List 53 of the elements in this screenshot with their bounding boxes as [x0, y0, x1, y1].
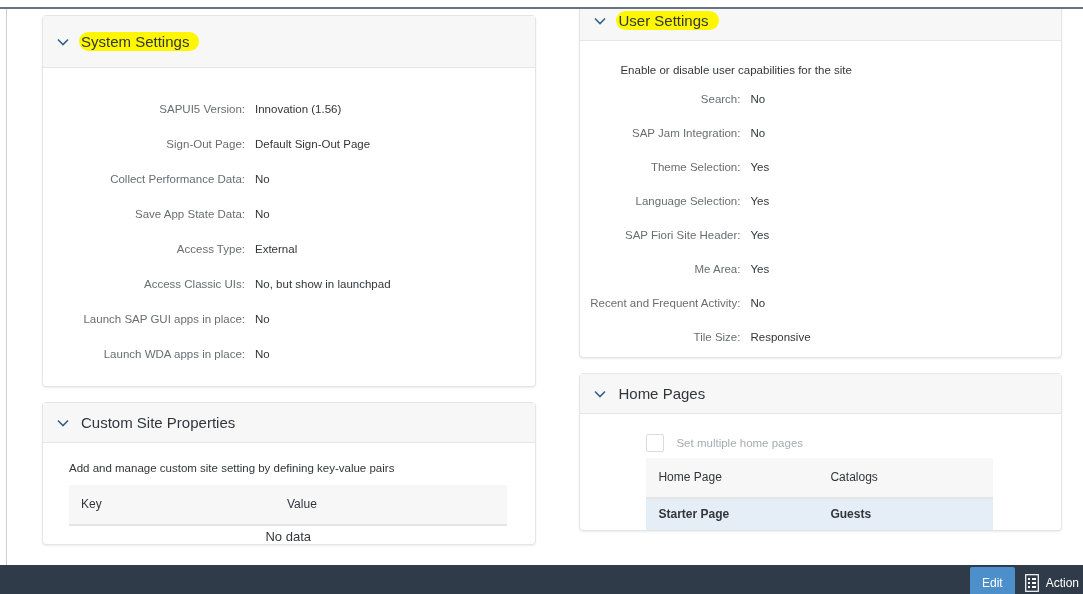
panel-title: System Settings — [79, 32, 200, 51]
field-value: No — [255, 312, 270, 327]
table-cell-text: Starter Page — [658, 507, 731, 522]
panel-title: User Settings — [616, 11, 719, 30]
field-value: No — [750, 296, 766, 311]
field-label: SAP Jam Integration: — [631, 126, 741, 141]
field-label: Access Type: — [175, 242, 245, 257]
action-button[interactable]: Action — [1024, 574, 1079, 592]
field-value: No — [255, 347, 270, 362]
panel-title: Home Pages — [617, 384, 707, 403]
field-value: Default Sign-Out Page — [255, 137, 371, 152]
field-label: Launch WDA apps in place: — [102, 347, 245, 362]
field-label: Theme Selection: — [649, 160, 741, 175]
field-label: Language Selection: — [634, 194, 741, 209]
chevron-down-icon[interactable] — [594, 16, 607, 25]
chevron-down-icon[interactable] — [57, 37, 69, 46]
table-cell: Guests — [830, 507, 872, 522]
field-value: Yes — [750, 160, 770, 175]
list-icon — [1024, 574, 1039, 592]
field-label: Launch SAP GUI apps in place: — [82, 312, 245, 327]
field-label: SAP Fiori Site Header: — [623, 228, 741, 243]
empty-table-text: No data — [264, 528, 312, 544]
field-label: Tile Size: — [692, 330, 741, 345]
column-header: Value — [287, 497, 317, 512]
table-row[interactable]: Starter Page Guests — [646, 499, 993, 530]
field-value: Responsive — [750, 330, 811, 345]
field-value: No — [750, 126, 766, 141]
field-label: Access Classic UIs: — [143, 277, 245, 292]
description-text: Add and manage custom site setting by defining key-value pairs — [69, 461, 396, 476]
field-label: Search: — [699, 92, 741, 107]
panel-title: Custom Site Properties — [80, 413, 237, 432]
field-label: Collect Performance Data: — [109, 172, 245, 187]
field-value: No — [750, 92, 766, 107]
field-value: Yes — [750, 228, 770, 243]
field-value: Yes — [750, 194, 770, 209]
field-value: No — [255, 207, 270, 222]
column-header: Home Page — [658, 470, 723, 485]
field-value: Innovation (1.56) — [255, 102, 342, 117]
chevron-down-icon[interactable] — [594, 389, 607, 398]
checkbox-label: Set multiple home pages — [676, 435, 804, 451]
column-header: Catalogs — [830, 470, 878, 485]
field-label: Save App State Data: — [134, 207, 245, 222]
field-label: Me Area: — [693, 262, 741, 277]
field-label: SAPUI5 Version: — [158, 102, 245, 117]
field-label: Recent and Frequent Activity: — [589, 296, 741, 311]
field-value: Yes — [750, 262, 770, 277]
field-value: No — [255, 172, 270, 187]
chevron-down-icon[interactable] — [57, 418, 69, 427]
field-value: No, but show in launchpad — [255, 277, 391, 292]
field-value: External — [255, 242, 298, 257]
field-label: Sign-Out Page: — [165, 137, 245, 152]
description-text: Enable or disable user capabilities for the site — [619, 63, 853, 78]
column-header: Key — [81, 497, 103, 512]
